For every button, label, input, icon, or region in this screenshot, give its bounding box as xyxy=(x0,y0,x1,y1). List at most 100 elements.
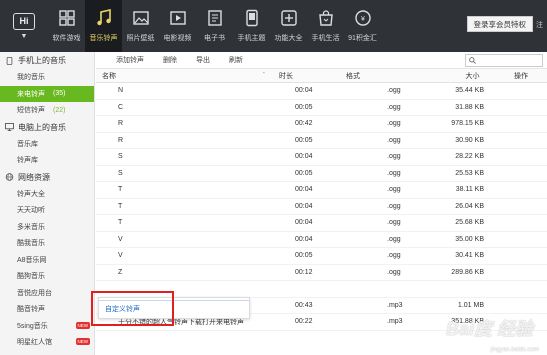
nav-item-label: 音乐铃声 xyxy=(89,35,118,42)
sidebar: 手机上的音乐 我的音乐 来电铃声 (35) 短信铃声 (22) 电脑上的音乐 音乐库 铃声… xyxy=(0,52,95,355)
top-toolbar: Hi ▼ 软件游戏 音乐铃声 照片壁纸 电影视频 电子书 手机主题 功能大全 手机生活 ¥91积… xyxy=(0,0,547,52)
ringtone-size: 26.04 KB xyxy=(455,202,484,210)
sidebar-item[interactable]: 酷音铃声 xyxy=(0,301,94,318)
nav-item[interactable]: 音乐铃声 xyxy=(85,0,122,52)
register-link[interactable]: 注 xyxy=(536,20,543,30)
export-button[interactable]: 导出 xyxy=(196,55,210,65)
table-row[interactable]: C 00:05 .ogg 31.88 KB xyxy=(96,100,547,116)
search-input[interactable] xyxy=(465,53,543,67)
refresh-button[interactable]: 刷新 xyxy=(229,55,243,65)
sidebar-item[interactable]: 多米音乐 xyxy=(0,219,94,236)
sidebar-item-label: 5sing音乐 xyxy=(17,322,48,330)
sidebar-item-label: 明星红人馆 xyxy=(17,339,52,347)
sidebar-group-label: 电脑上的音乐 xyxy=(18,122,66,132)
column-header-duration[interactable]: 时长 xyxy=(271,71,337,81)
sidebar-item[interactable]: 铃声大全 xyxy=(0,186,94,203)
sidebar-group-label: 网络资源 xyxy=(18,172,50,182)
sidebar-item[interactable]: 来电铃声 (35) xyxy=(0,85,94,102)
app-logo[interactable]: Hi ▼ xyxy=(0,0,48,52)
nav-item-label: 电影视频 xyxy=(163,35,192,42)
globe-icon xyxy=(5,173,14,181)
nav-item[interactable]: ¥91积金汇 xyxy=(344,0,381,52)
table-row[interactable]: R 00:42 .ogg 978.15 KB xyxy=(96,116,547,133)
nav-item[interactable]: 手机生活 xyxy=(307,0,344,52)
sidebar-item[interactable]: 明星红人馆 NEW xyxy=(0,334,94,351)
delete-button[interactable]: 删除 xyxy=(163,55,177,65)
coin-icon: ¥ xyxy=(353,8,373,28)
ringtone-format: .ogg xyxy=(387,120,401,128)
ringtone-format: .ogg xyxy=(387,202,401,210)
table-row[interactable]: S 00:04 .ogg 28.22 KB xyxy=(96,149,547,166)
video-icon xyxy=(168,8,188,28)
ringtone-size: 35.44 KB xyxy=(455,87,484,95)
column-header-actions: 操作 xyxy=(514,72,528,80)
sidebar-item[interactable]: 短信铃声 (22) xyxy=(0,102,94,119)
sidebar-group-label: 手机上的音乐 xyxy=(18,56,66,65)
ringtone-name: S xyxy=(118,169,123,177)
table-row[interactable]: V 00:05 .ogg 30.41 KB xyxy=(96,248,547,265)
sidebar-item[interactable]: 音乐库 xyxy=(0,136,94,153)
sidebar-group-phone-music[interactable]: 手机上的音乐 xyxy=(0,52,94,69)
ringtone-format: .ogg xyxy=(387,219,401,227)
sidebar-item[interactable]: 天天动听 xyxy=(0,202,94,219)
table-header: 名称 - 时长 格式 大小 操作 xyxy=(96,69,547,83)
nav-item[interactable]: 软件游戏 xyxy=(48,0,85,52)
table-row[interactable]: V 00:04 .ogg 35.00 KB xyxy=(96,232,547,248)
item-count: (35) xyxy=(53,90,66,98)
nav-item[interactable]: 手机主题 xyxy=(233,0,270,52)
ringtone-duration: 00:12 xyxy=(295,268,313,276)
ringtone-name: S xyxy=(118,153,123,161)
table-row[interactable]: T 00:04 .ogg 25.68 KB xyxy=(96,215,547,232)
table-row[interactable]: R 00:05 .ogg 30.90 KB xyxy=(96,133,547,149)
sidebar-item[interactable]: A8音乐网 xyxy=(0,252,94,269)
table-row[interactable]: S 00:05 .ogg 25.53 KB xyxy=(96,166,547,182)
table-row[interactable]: T 00:04 .ogg 38.11 KB xyxy=(96,182,547,199)
nav-item[interactable]: 电影视频 xyxy=(159,0,196,52)
ringtone-duration: 00:43 xyxy=(295,301,313,309)
sidebar-item-label: 铃声大全 xyxy=(17,190,45,198)
nav-item[interactable]: 电子书 xyxy=(196,0,233,52)
ringtone-duration: 00:42 xyxy=(295,120,313,128)
sidebar-item[interactable]: 酷狗音乐 xyxy=(0,268,94,285)
search-icon xyxy=(469,56,476,64)
table-row[interactable]: N 00:04 .ogg 35.44 KB xyxy=(96,83,547,100)
nav-item[interactable]: 照片壁纸 xyxy=(122,0,159,52)
table-row[interactable]: T 00:04 .ogg 26.04 KB xyxy=(96,199,547,215)
ringtone-size: 30.41 KB xyxy=(455,252,484,260)
sidebar-group-pc-music[interactable]: 电脑上的音乐 xyxy=(0,119,94,136)
svg-text:¥: ¥ xyxy=(361,16,365,23)
nav-item-label: 手机主题 xyxy=(237,35,266,42)
nav-item[interactable]: 功能大全 xyxy=(270,0,307,52)
ringtone-size: 31.88 KB xyxy=(455,103,484,111)
sidebar-item[interactable]: 铃声库 xyxy=(0,152,94,169)
phone-icon xyxy=(6,56,13,65)
ringtone-name: C xyxy=(118,103,124,111)
ringtone-format: .ogg xyxy=(387,103,401,111)
sidebar-item-label: 天天动听 xyxy=(17,207,45,215)
table-row[interactable]: Z 00:12 .ogg 289.86 KB xyxy=(96,265,547,281)
highlight-annotation xyxy=(91,291,174,326)
column-header-name[interactable]: 名称 - xyxy=(96,70,271,81)
ringtone-name: R xyxy=(118,120,124,128)
ringtone-name: N xyxy=(118,87,124,95)
sidebar-item[interactable]: 我的音乐 xyxy=(0,69,94,86)
column-header-format[interactable]: 格式 xyxy=(337,71,420,81)
new-badge: NEW xyxy=(75,338,90,345)
nav-item-label: 手机生活 xyxy=(311,35,340,42)
column-header-size[interactable]: 大小 xyxy=(420,71,495,81)
ringtone-format: .ogg xyxy=(387,186,401,194)
ringtone-name: Z xyxy=(118,268,123,276)
sidebar-item[interactable]: 酷我音乐 xyxy=(0,235,94,252)
vip-login-button[interactable]: 登录享会员特权 xyxy=(466,16,533,32)
tools-icon xyxy=(279,8,299,28)
ringtone-size: 30.90 KB xyxy=(455,136,484,144)
sidebar-group-online[interactable]: 网络资源 xyxy=(0,169,94,186)
action-bar: 添加铃声 删除 导出 刷新 xyxy=(96,52,547,69)
ringtone-format: .mp3 xyxy=(387,318,403,326)
sidebar-item[interactable]: 音悦应用台 xyxy=(0,285,94,302)
sidebar-item[interactable]: 5sing音乐 NEW xyxy=(0,318,94,335)
ringtone-duration: 00:05 xyxy=(295,252,313,260)
add-ringtone-button[interactable]: 添加铃声 xyxy=(116,55,144,65)
ringtone-size: 1.01 MB xyxy=(457,301,484,309)
sidebar-item-label: 酷我音乐 xyxy=(17,240,45,248)
